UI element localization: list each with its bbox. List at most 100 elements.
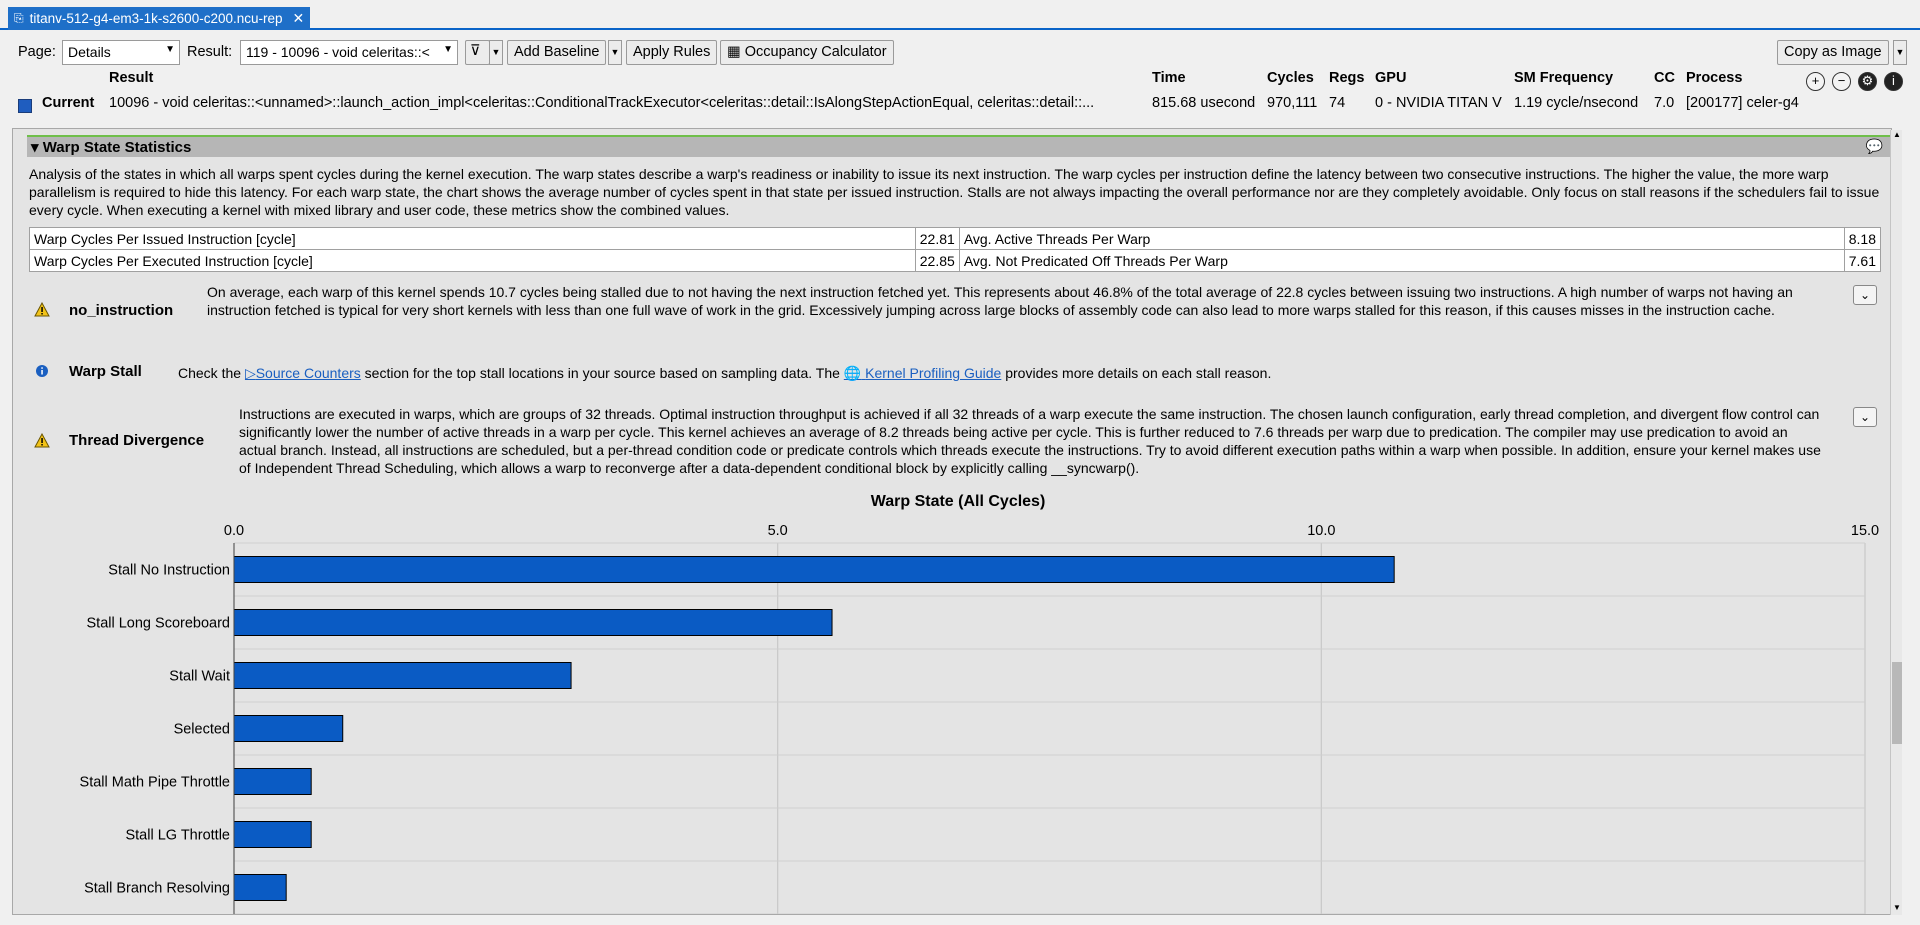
document-tab[interactable]: ⎘ titanv-512-g4-em3-1k-s2600-c200.ncu-re… <box>8 7 311 30</box>
chevron-down-icon: ▼ <box>491 47 501 57</box>
result-label: Result: <box>187 44 233 60</box>
result-header-columns: Result Time Cycles Regs GPU SM Frequency… <box>0 70 1920 92</box>
column-cc: CC <box>1654 70 1675 86</box>
rule-no-instruction: no_instruction On average, each warp of … <box>29 283 1889 339</box>
bar <box>233 662 572 689</box>
section-description: Analysis of the states in which all warp… <box>29 166 1880 218</box>
occupancy-calculator-button[interactable]: ▦ Occupancy Calculator <box>720 40 894 65</box>
settings-circle-icon[interactable]: ⚙ <box>1858 72 1877 91</box>
gpu-value: 0 - NVIDIA TITAN V <box>1375 95 1502 111</box>
cc-value: 7.0 <box>1654 95 1675 111</box>
remove-circle-icon[interactable]: − <box>1832 72 1851 91</box>
rule-warp-stall: Warp Stall Check the ▷Source Counters se… <box>29 363 1889 385</box>
metric-value: 7.61 <box>1843 249 1882 272</box>
sm-frequency-value: 1.19 cycle/nsecond <box>1514 95 1639 111</box>
column-regs: Regs <box>1329 70 1365 86</box>
kernel-profiling-guide-link[interactable]: 🌐 Kernel Profiling Guide <box>844 365 1002 381</box>
expand-rule-button[interactable]: ⌄ <box>1853 285 1877 305</box>
rule-text: provides more details on each stall reas… <box>1005 365 1272 381</box>
column-time: Time <box>1152 70 1186 86</box>
table-row: Warp Cycles Per Issued Instruction [cycl… <box>29 227 1882 250</box>
x-tick-label: 0.0 <box>224 523 244 539</box>
info-circle-icon[interactable]: i <box>1884 72 1903 91</box>
column-cycles: Cycles <box>1267 70 1314 86</box>
add-circle-icon[interactable]: + <box>1806 72 1825 91</box>
metric-label: Warp Cycles Per Issued Instruction [cycl… <box>29 227 916 250</box>
metric-value: 22.81 <box>914 227 960 250</box>
metric-label: Avg. Not Predicated Off Threads Per Warp <box>958 249 1845 272</box>
rule-title: Thread Divergence <box>69 432 205 449</box>
apply-rules-button[interactable]: Apply Rules <box>626 40 718 65</box>
page-select-value: Details <box>68 44 111 60</box>
info-icon <box>33 364 51 382</box>
add-baseline-button[interactable]: Add Baseline <box>507 40 607 65</box>
rule-body: Check the ▷Source Counters section for t… <box>178 364 1271 382</box>
bar <box>233 609 833 636</box>
bar <box>233 874 287 901</box>
y-category-label: Stall Math Pipe Throttle <box>80 775 230 791</box>
rule-text: section for the top stall locations in y… <box>364 365 840 381</box>
rule-body: On average, each warp of this kernel spe… <box>207 284 1793 318</box>
warp-state-chart: 0.0 5.0 10.0 15.0 Stall No Instruction Stall … <box>80 523 1879 914</box>
cycles-value: 970,111 <box>1267 95 1318 111</box>
source-counters-link-label: Source Counters <box>255 365 361 381</box>
rule-body: Instructions are executed in warps, whic… <box>239 406 1821 476</box>
x-tick-label: 15.0 <box>1851 523 1879 539</box>
details-panel: ▾ Warp State Statistics 💬 Analysis of th… <box>12 128 1892 915</box>
process-value: [200177] celer-g4 <box>1686 95 1799 111</box>
scroll-down-arrow-icon[interactable]: ▼ <box>1891 903 1903 915</box>
rule-thread-divergence: Thread Divergence Instructions are execu… <box>29 405 1889 479</box>
y-category-label: Stall Long Scoreboard <box>87 616 231 632</box>
section-title: Warp State Statistics <box>42 139 192 156</box>
copy-as-image-dropdown-button[interactable]: ▼ <box>1893 40 1907 65</box>
time-value: 815.68 usecond <box>1152 95 1256 111</box>
rule-title: no_instruction <box>69 302 174 319</box>
bar <box>233 821 312 848</box>
page-select[interactable]: Details ▼ <box>62 40 180 65</box>
section-header[interactable]: ▾ Warp State Statistics 💬 <box>27 135 1891 157</box>
comment-icon[interactable]: 💬 <box>1866 138 1883 155</box>
chevron-down-icon: ▼ <box>165 44 175 55</box>
rule-text: Check the <box>178 365 242 381</box>
source-counters-link[interactable]: ▷Source Counters <box>245 365 361 381</box>
y-category-label: Selected <box>174 722 230 738</box>
metric-value: 8.18 <box>1843 227 1882 250</box>
scroll-up-arrow-icon[interactable]: ▲ <box>1891 130 1903 142</box>
column-process: Process <box>1686 70 1743 86</box>
y-category-label: Stall LG Throttle <box>125 828 230 844</box>
filter-button[interactable]: ⊽ <box>465 40 490 65</box>
x-tick-label: 10.0 <box>1307 523 1335 539</box>
scrollbar-thumb[interactable] <box>1892 662 1902 744</box>
chart-title: Warp State (All Cycles) <box>870 493 1046 510</box>
metrics-table: Warp Cycles Per Issued Instruction [cycl… <box>29 227 1882 272</box>
vertical-scrollbar[interactable]: ▲ ▼ <box>1890 130 1902 915</box>
kernel-name: 10096 - void celeritas::<unnamed>::launc… <box>109 95 1095 111</box>
result-current-row[interactable]: Current 10096 - void celeritas::<unnamed… <box>0 95 1920 117</box>
regs-value: 74 <box>1329 95 1346 111</box>
chevron-down-icon: ▼ <box>443 44 453 55</box>
warning-icon <box>33 432 51 451</box>
bar <box>233 768 312 795</box>
warning-icon <box>33 301 51 320</box>
globe-icon: 🌐 <box>843 365 862 381</box>
y-category-label: Stall Branch Resolving <box>84 881 230 897</box>
occupancy-calculator-label: Occupancy Calculator <box>744 44 887 60</box>
arrow-right-icon: ▷ <box>244 365 256 381</box>
filter-icon: ⊽ <box>470 43 481 59</box>
copy-as-image-button[interactable]: Copy as Image <box>1777 40 1889 65</box>
close-tab-icon[interactable]: ✕ <box>293 10 305 27</box>
chevron-down-icon: ▼ <box>1895 47 1905 57</box>
metric-value: 22.85 <box>914 249 960 272</box>
result-select-value: 119 - 10096 - void celeritas::< <box>246 44 430 60</box>
bar <box>233 556 1395 583</box>
rule-title: Warp Stall <box>69 363 142 380</box>
collapse-triangle-icon[interactable]: ▾ <box>31 139 39 156</box>
metric-label: Avg. Active Threads Per Warp <box>958 227 1845 250</box>
column-gpu: GPU <box>1375 70 1407 86</box>
filter-dropdown-button[interactable]: ▼ <box>489 40 503 65</box>
calculator-icon: ▦ <box>727 44 741 60</box>
result-select[interactable]: 119 - 10096 - void celeritas::< ▼ <box>240 40 458 65</box>
add-baseline-dropdown-button[interactable]: ▼ <box>608 40 622 65</box>
table-row: Warp Cycles Per Executed Instruction [cy… <box>29 249 1882 272</box>
expand-rule-button[interactable]: ⌄ <box>1853 407 1877 427</box>
